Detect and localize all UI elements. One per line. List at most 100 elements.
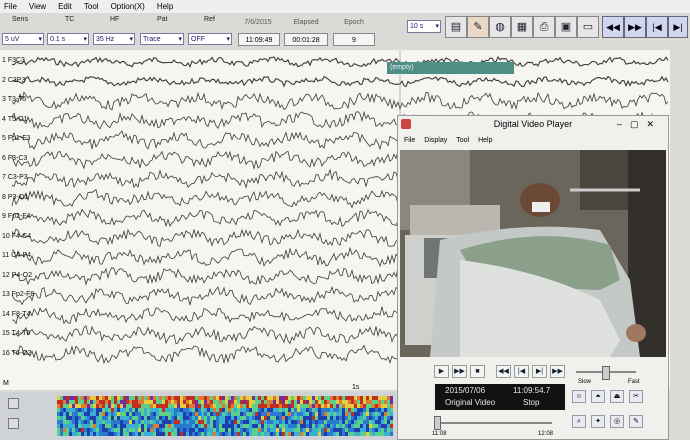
stop-icon[interactable]: ■ [470, 365, 485, 378]
spectrogram-cell [180, 396, 183, 400]
timeline-thumb[interactable] [434, 416, 441, 430]
spectrogram-cell [108, 428, 111, 432]
print-icon[interactable]: ⎙ [533, 16, 555, 38]
ref-select[interactable]: OFF [188, 33, 232, 46]
globe-icon[interactable]: ◍ [489, 16, 511, 38]
window-controls-icon[interactable]: –▢✕ [617, 119, 662, 130]
spectrogram-cell [240, 420, 243, 424]
vp-menu-tool[interactable]: Tool [456, 137, 469, 144]
tc-select[interactable]: 0.1 s [47, 33, 89, 46]
spectrogram-cell [372, 432, 375, 436]
spectrogram-cell [327, 428, 330, 432]
spectrogram-cell [171, 432, 174, 436]
menu-file[interactable]: File [4, 0, 17, 13]
spectrogram-cell [180, 404, 183, 408]
vp-menu-file[interactable]: File [404, 137, 415, 144]
play-icon[interactable]: ▶ [434, 365, 449, 378]
next-icon[interactable]: ▶▶ [550, 365, 565, 378]
spectrogram-cell [180, 420, 183, 424]
up-icon[interactable]: ⏶ [591, 390, 605, 403]
vp-menu-help[interactable]: Help [478, 137, 492, 144]
spectrogram-cell [300, 412, 303, 416]
menu-edit[interactable]: Edit [58, 0, 72, 13]
spectrogram-cell [147, 416, 150, 420]
spectrogram-cell [294, 416, 297, 420]
spectrogram-cell [246, 432, 249, 436]
spectrogram-cell [156, 412, 159, 416]
spectrogram-cell [96, 420, 99, 424]
menu-tool[interactable]: Tool [84, 0, 99, 13]
edit-icon[interactable]: ✎ [629, 415, 643, 428]
spectrogram-cell [297, 396, 300, 400]
spectrogram-cell [345, 416, 348, 420]
spectrogram-cell [312, 408, 315, 412]
spectrogram-cell [189, 412, 192, 416]
skip-start-icon[interactable]: |◀ [646, 16, 668, 38]
hf-select[interactable]: 35 Hz [93, 33, 135, 46]
video-frame[interactable] [400, 150, 666, 357]
pat-select[interactable]: Trace [140, 33, 184, 46]
step-forward-icon[interactable]: ▶| [532, 365, 547, 378]
spectrogram-cell [285, 408, 288, 412]
channel-label: 8 P3-O1 [2, 193, 29, 201]
spectrogram-cell [315, 408, 318, 412]
expand-icon[interactable] [8, 398, 19, 409]
spectrogram-cell [75, 412, 78, 416]
spectrogram-cell [99, 408, 102, 412]
rewind-fast-icon[interactable]: ◀◀ [602, 16, 624, 38]
montage-icon[interactable]: ✎ [467, 16, 489, 38]
spectrogram-cell [84, 412, 87, 416]
speed-select[interactable]: 10 s [407, 20, 441, 33]
spectrogram-cell [108, 396, 111, 400]
spectrogram-cell [120, 432, 123, 436]
timeline-slider[interactable] [434, 422, 552, 424]
spectrogram-cell [111, 428, 114, 432]
pin-icon[interactable]: ✦ [591, 415, 605, 428]
spectrogram-cell [141, 400, 144, 404]
skip-end-icon[interactable]: ▶| [668, 16, 688, 38]
window-icon[interactable]: ▭ [577, 16, 599, 38]
table-icon[interactable]: ▦ [511, 16, 533, 38]
speed-slider-thumb[interactable] [602, 366, 610, 380]
forward-fast-icon[interactable]: ▶▶ [624, 16, 646, 38]
spectrogram-cell [267, 400, 270, 404]
spectrogram-cell [210, 396, 213, 400]
spectrogram-cell [156, 408, 159, 412]
menu-help[interactable]: Help [157, 0, 173, 13]
report-icon[interactable]: ▣ [555, 16, 577, 38]
spectrogram-cell [276, 432, 279, 436]
tools-icon[interactable]: ✂ [629, 390, 643, 403]
annotation-bar[interactable]: (empty) [387, 62, 514, 74]
spectrogram-cell [309, 432, 312, 436]
fast-label: Fast [628, 379, 640, 385]
prev-icon[interactable]: ◀◀ [496, 365, 511, 378]
spectrogram-cell [357, 420, 360, 424]
spectrogram-cell [342, 404, 345, 408]
spectrogram-cell [162, 432, 165, 436]
spectrogram-cell [231, 432, 234, 436]
spectrogram-cell [114, 432, 117, 436]
step-back-icon[interactable]: |◀ [514, 365, 529, 378]
spectrogram-cell [159, 408, 162, 412]
spectrogram-cell [249, 408, 252, 412]
spectrogram-cell [177, 424, 180, 428]
spectrogram-cell [186, 424, 189, 428]
search-icon[interactable]: ◎ [610, 415, 624, 428]
spectrogram-cell [231, 408, 234, 412]
person-icon[interactable]: ☺ [572, 390, 586, 403]
fast-play-icon[interactable]: ▶▶ [452, 365, 467, 378]
menu-option[interactable]: Option(X) [111, 0, 145, 13]
collapse-icon[interactable] [8, 418, 19, 429]
spectrogram-cell [252, 404, 255, 408]
menu-view[interactable]: View [29, 0, 46, 13]
spectrogram-cell [195, 408, 198, 412]
zoom-icon[interactable]: ⌕ [572, 415, 586, 428]
spectrogram-cell [90, 404, 93, 408]
eject-icon[interactable]: ⏏ [610, 390, 624, 403]
spectrogram-cell [267, 428, 270, 432]
save-icon[interactable]: ▤ [445, 16, 467, 38]
sens-select[interactable]: 5 uV [2, 33, 44, 46]
spectrogram-cell [243, 400, 246, 404]
vp-menu-display[interactable]: Display [424, 137, 447, 144]
spectrogram[interactable] [57, 396, 393, 436]
